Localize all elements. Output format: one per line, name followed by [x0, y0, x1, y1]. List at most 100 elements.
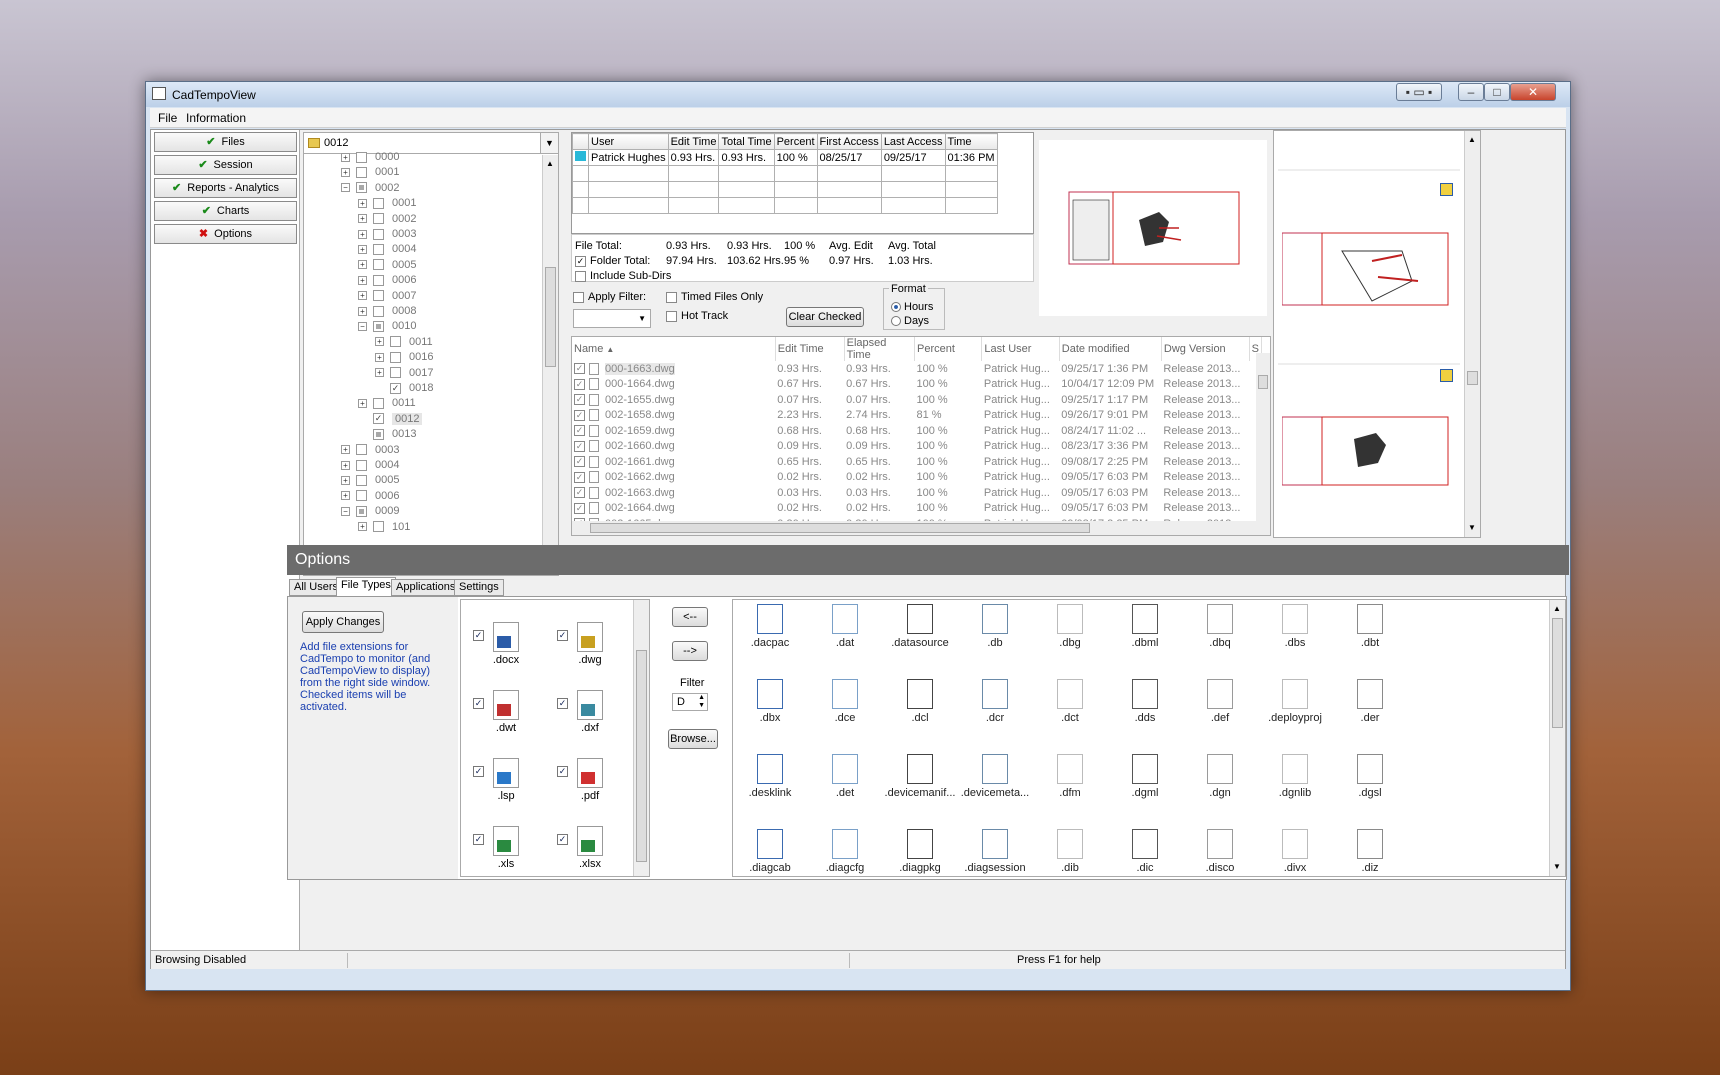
- move-right-button[interactable]: -->: [672, 641, 708, 661]
- col-header[interactable]: Total Time: [718, 133, 775, 150]
- row-checkbox[interactable]: ✓: [574, 378, 585, 390]
- table-row[interactable]: ✓ 002-1664.dwg 0.02 Hrs. 0.02 Hrs. 100 % Patr…: [572, 501, 1262, 517]
- apply-changes-button[interactable]: Apply Changes: [302, 611, 384, 633]
- tree-checkbox[interactable]: [373, 228, 384, 240]
- available-type-item[interactable]: .diz: [1333, 829, 1407, 874]
- available-type-item[interactable]: .diagsession: [958, 829, 1032, 874]
- available-type-item[interactable]: .desklink: [733, 754, 807, 799]
- expand-icon[interactable]: +: [358, 522, 367, 532]
- tree-checkbox[interactable]: [373, 521, 384, 533]
- tree-checkbox[interactable]: [356, 151, 367, 163]
- table-row[interactable]: ✓ 002-1661.dwg 0.65 Hrs. 0.65 Hrs. 100 % Patr…: [572, 454, 1262, 470]
- apply-filter-checkbox[interactable]: Apply Filter:: [573, 291, 646, 303]
- expand-icon[interactable]: +: [341, 460, 350, 470]
- move-left-button[interactable]: <--: [672, 607, 708, 627]
- available-type-item[interactable]: .dce: [808, 679, 882, 724]
- thumb-scrollbar[interactable]: ▲ ▼: [1464, 131, 1480, 537]
- table-row[interactable]: Patrick Hughes 0.93 Hrs. 0.93 Hrs. 100 %…: [572, 149, 998, 166]
- filter-dropdown[interactable]: ▼: [573, 309, 651, 328]
- tree-node[interactable]: +0003: [341, 444, 399, 460]
- available-type-item[interactable]: .dic: [1108, 829, 1182, 874]
- expand-icon[interactable]: +: [375, 368, 384, 378]
- available-type-item[interactable]: .deployproj: [1258, 679, 1332, 724]
- available-type-item[interactable]: .diagcfg: [808, 829, 882, 874]
- table-row[interactable]: ✓ 002-1663.dwg 0.03 Hrs. 0.03 Hrs. 100 % Patr…: [572, 485, 1262, 501]
- available-type-item[interactable]: .db: [958, 604, 1032, 649]
- available-type-item[interactable]: .det: [808, 754, 882, 799]
- tree-node[interactable]: +0008: [358, 305, 416, 321]
- file-type-checkbox[interactable]: ✓: [473, 766, 484, 777]
- nav-options-button[interactable]: ✖ Options: [154, 224, 297, 244]
- tree-node[interactable]: +0005: [341, 474, 399, 490]
- row-checkbox[interactable]: ✓: [574, 440, 585, 452]
- timed-files-checkbox[interactable]: Timed Files Only: [666, 291, 763, 303]
- table-row[interactable]: ✓ 002-1658.dwg 2.23 Hrs. 2.74 Hrs. 81 % Patri…: [572, 408, 1262, 424]
- tree-node[interactable]: +0007: [358, 290, 416, 306]
- tree-node[interactable]: +0011: [375, 336, 433, 352]
- collapse-icon[interactable]: −: [341, 183, 350, 193]
- available-type-item[interactable]: .dcl: [883, 679, 957, 724]
- tree-node[interactable]: +0017: [375, 367, 433, 383]
- table-row[interactable]: ✓ 002-1660.dwg 0.09 Hrs. 0.09 Hrs. 100 % Patr…: [572, 439, 1262, 455]
- tree-node[interactable]: − 0009: [341, 505, 399, 521]
- scroll-up-icon[interactable]: ▲: [546, 159, 554, 168]
- tree-node[interactable]: +101: [358, 521, 410, 537]
- folder-total-checkbox[interactable]: ✓ Folder Total:: [575, 255, 650, 267]
- row-checkbox[interactable]: ✓: [574, 363, 585, 375]
- title-bar[interactable]: CadTempoView ▪ ▭ ▪ – □ ✕: [146, 82, 1570, 107]
- nav-files-button[interactable]: ✔ Files: [154, 132, 297, 152]
- tree-node[interactable]: − 0010: [358, 320, 416, 336]
- tree-node[interactable]: +0013: [358, 428, 416, 444]
- available-scrollbar[interactable]: ▲ ▼: [1549, 600, 1565, 876]
- tree-node[interactable]: +✓0012: [358, 412, 423, 429]
- tree-checkbox[interactable]: [373, 197, 384, 209]
- available-type-item[interactable]: .dgml: [1108, 754, 1182, 799]
- available-type-item[interactable]: .dgnlib: [1258, 754, 1332, 799]
- available-type-item[interactable]: .dat: [808, 604, 882, 649]
- file-type-checkbox[interactable]: ✓: [473, 698, 484, 709]
- file-type-checkbox[interactable]: ✓: [557, 698, 568, 709]
- table-row[interactable]: ✓ 002-1655.dwg 0.07 Hrs. 0.07 Hrs. 100 % Patr…: [572, 392, 1262, 408]
- row-checkbox[interactable]: ✓: [574, 502, 585, 514]
- available-type-item[interactable]: .der: [1333, 679, 1407, 724]
- monitored-scrollbar[interactable]: [633, 600, 649, 876]
- tree-checkbox[interactable]: [356, 490, 367, 502]
- thumbnail-2[interactable]: [1282, 415, 1452, 487]
- scroll-up-icon[interactable]: ▲: [1553, 604, 1561, 613]
- tree-node[interactable]: +0003: [358, 228, 416, 244]
- available-type-item[interactable]: .dbt: [1333, 604, 1407, 649]
- tree-checkbox[interactable]: [356, 182, 367, 194]
- col-header[interactable]: Percent: [773, 133, 818, 150]
- tree-checkbox[interactable]: [356, 444, 367, 456]
- tree-node[interactable]: +✓0018: [375, 382, 433, 398]
- available-type-item[interactable]: .dfm: [1033, 754, 1107, 799]
- expand-icon[interactable]: +: [375, 352, 384, 362]
- file-type-checkbox[interactable]: ✓: [557, 834, 568, 845]
- hours-radio[interactable]: Hours: [891, 301, 933, 313]
- tree-checkbox[interactable]: [356, 166, 367, 178]
- collapse-icon[interactable]: −: [341, 506, 350, 516]
- row-checkbox[interactable]: ✓: [574, 409, 585, 421]
- tree-checkbox[interactable]: [373, 243, 384, 255]
- table-row[interactable]: ✓ 002-1662.dwg 0.02 Hrs. 0.02 Hrs. 100 % Patr…: [572, 470, 1262, 486]
- monitored-scroll-thumb[interactable]: [636, 650, 647, 862]
- browse-button[interactable]: Browse...: [668, 729, 718, 749]
- tree-node[interactable]: +0001: [358, 197, 416, 213]
- available-type-item[interactable]: .dds: [1108, 679, 1182, 724]
- expand-icon[interactable]: +: [358, 260, 367, 270]
- file-type-item[interactable]: ✓ .dwt: [471, 690, 541, 734]
- tree-scrollbar[interactable]: ▲ ▼: [542, 155, 558, 575]
- close-button[interactable]: ✕: [1510, 83, 1556, 101]
- file-list-vscroll-thumb[interactable]: [1258, 375, 1268, 389]
- available-type-item[interactable]: .datasource: [883, 604, 957, 649]
- col-header[interactable]: Edit Time: [667, 133, 720, 150]
- tree-node[interactable]: +0004: [358, 243, 416, 259]
- table-row[interactable]: ✓ 000-1663.dwg 0.93 Hrs. 0.93 Hrs. 100 % Patr…: [572, 361, 1262, 377]
- clear-checked-button[interactable]: Clear Checked: [786, 307, 864, 327]
- file-type-checkbox[interactable]: ✓: [473, 630, 484, 641]
- tab-settings[interactable]: Settings: [454, 579, 504, 596]
- minimize-button[interactable]: –: [1458, 83, 1484, 101]
- tree-node[interactable]: +0016: [375, 351, 433, 367]
- tree-checkbox[interactable]: [373, 290, 384, 302]
- row-checkbox[interactable]: ✓: [574, 425, 585, 437]
